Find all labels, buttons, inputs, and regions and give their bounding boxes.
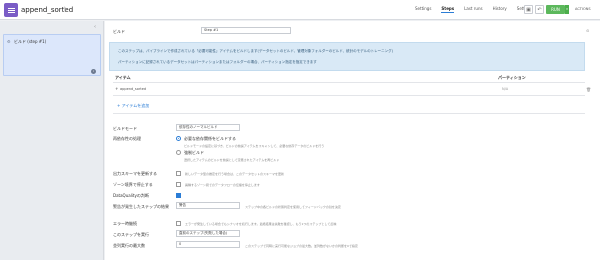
tab-history[interactable]: History: [493, 6, 507, 13]
schema-note: 新しいデータ型の推定を行う場合は、このデータセットのスキーマを更新: [185, 172, 285, 176]
menu-icon[interactable]: [4, 3, 18, 17]
schema-checkbox[interactable]: [176, 171, 181, 176]
error-continue-checkbox[interactable]: [176, 221, 181, 226]
data-quality-label: DataQualityの判断: [113, 193, 149, 198]
zone-label: ゾーン境界で停止する: [113, 182, 153, 187]
step-name-input[interactable]: Step #1: [201, 27, 291, 34]
fail-result-select[interactable]: 警告: [176, 202, 240, 209]
divider: [113, 95, 585, 96]
column-header-partition: パーティション: [498, 75, 526, 80]
add-item-button[interactable]: + アイテムを追加: [117, 103, 149, 109]
delete-icon[interactable]: 🗑: [586, 87, 591, 92]
radio-build-required[interactable]: [176, 136, 181, 141]
step-editor: ビルド Step #1 ⊙ このステップは、パイプラインで作成されている「必要可…: [105, 21, 600, 260]
info-box: このステップは、パイプラインで作成されている「必要可能性」アイテムをビルドします…: [109, 42, 585, 71]
run-condition-label: このステップを実行: [113, 232, 149, 237]
error-continue-note: エラーが発生している場合でもシナリオを続行します。最終結果は失敗を確認し、もう1…: [185, 222, 337, 226]
recompute-label: 再依存性の処理: [113, 136, 141, 141]
divider: [113, 82, 585, 83]
radio-build-required-label: 必要な依存関係をビルドする: [184, 136, 236, 141]
parallel-label: 並列実行の最大数: [113, 243, 145, 248]
zone-note: 異種するゾーン間でのデータフローの伝播を停止します: [185, 183, 260, 187]
radio-build-required-note: ビルドモードの設定に基づき、ビルドの前提アイテムをスキャンして、必要な依存データ…: [184, 144, 325, 148]
edit-title-icon[interactable]: ✎: [63, 6, 68, 13]
tab-steps[interactable]: Steps: [441, 6, 455, 13]
parallel-input[interactable]: 0: [176, 241, 240, 248]
data-quality-checkbox[interactable]: [176, 193, 181, 198]
top-bar: append_sorted ✎ Settings Steps Last runs…: [0, 0, 600, 20]
error-continue-label: エラー時継続: [113, 221, 137, 226]
actions-button[interactable]: ACTIONS: [575, 7, 591, 11]
info-icon[interactable]: i: [91, 69, 96, 74]
run-condition-select[interactable]: 直前のステップ(失敗した場合): [176, 230, 240, 237]
tab-bar: Settings Steps Last runs History Setting…: [415, 6, 533, 13]
run-dropdown-icon[interactable]: ▾: [565, 5, 569, 14]
step-item[interactable]: ⚙ ビルド (step #1) i: [3, 34, 101, 76]
column-header-item: アイテム: [115, 75, 131, 80]
radio-force-build[interactable]: [176, 150, 181, 155]
collapse-icon[interactable]: ‹: [94, 24, 96, 30]
radio-force-build-note: 選択したアイテムのビルドを前提として定義されたアイテムを再ビルド: [184, 158, 280, 162]
tab-settings[interactable]: Settings: [415, 6, 431, 13]
info-line-2: パーティションに記録されているデータセットはパーティションまたはフォルダーの場合…: [118, 60, 317, 64]
fail-result-label: 警告が発生したステップの結果: [113, 204, 169, 209]
build-label: ビルド: [113, 29, 125, 34]
radio-force-build-label: 強制ビルド: [184, 150, 204, 155]
steps-panel: ‹ ⚙ ビルド (step #1) i: [0, 21, 104, 260]
item-partition: N/A: [502, 87, 509, 91]
parallel-note: このステップで同時に実行可能なジョブの最大数。並列数がないかの判断を0で指定: [245, 244, 358, 248]
build-step-icon: ⚙: [7, 39, 11, 44]
item-name[interactable]: append_sorted: [120, 87, 146, 91]
info-line-1: このステップは、パイプラインで作成されている「必要可能性」アイテムをビルドします…: [118, 49, 393, 53]
help-icon[interactable]: ⊙: [586, 28, 589, 33]
zone-checkbox[interactable]: [176, 182, 181, 187]
fail-result-note: ステップ中の各ビルドの状態判定を使用してフィードバックの割を決定: [245, 205, 341, 209]
schema-label: 出力スキーマを更新する: [113, 171, 157, 176]
undo-icon[interactable]: ↶: [535, 5, 544, 14]
run-button[interactable]: RUN: [546, 5, 565, 14]
build-mode-select[interactable]: 依存性のノーマルビルド: [176, 124, 240, 131]
save-icon[interactable]: ▣: [524, 5, 533, 14]
dataset-icon: ⚘: [115, 87, 119, 91]
step-label: ビルド (step #1): [14, 39, 47, 44]
build-mode-label: ビルドモード: [113, 126, 137, 131]
tab-last-runs[interactable]: Last runs: [464, 6, 482, 13]
divider: [113, 113, 585, 114]
